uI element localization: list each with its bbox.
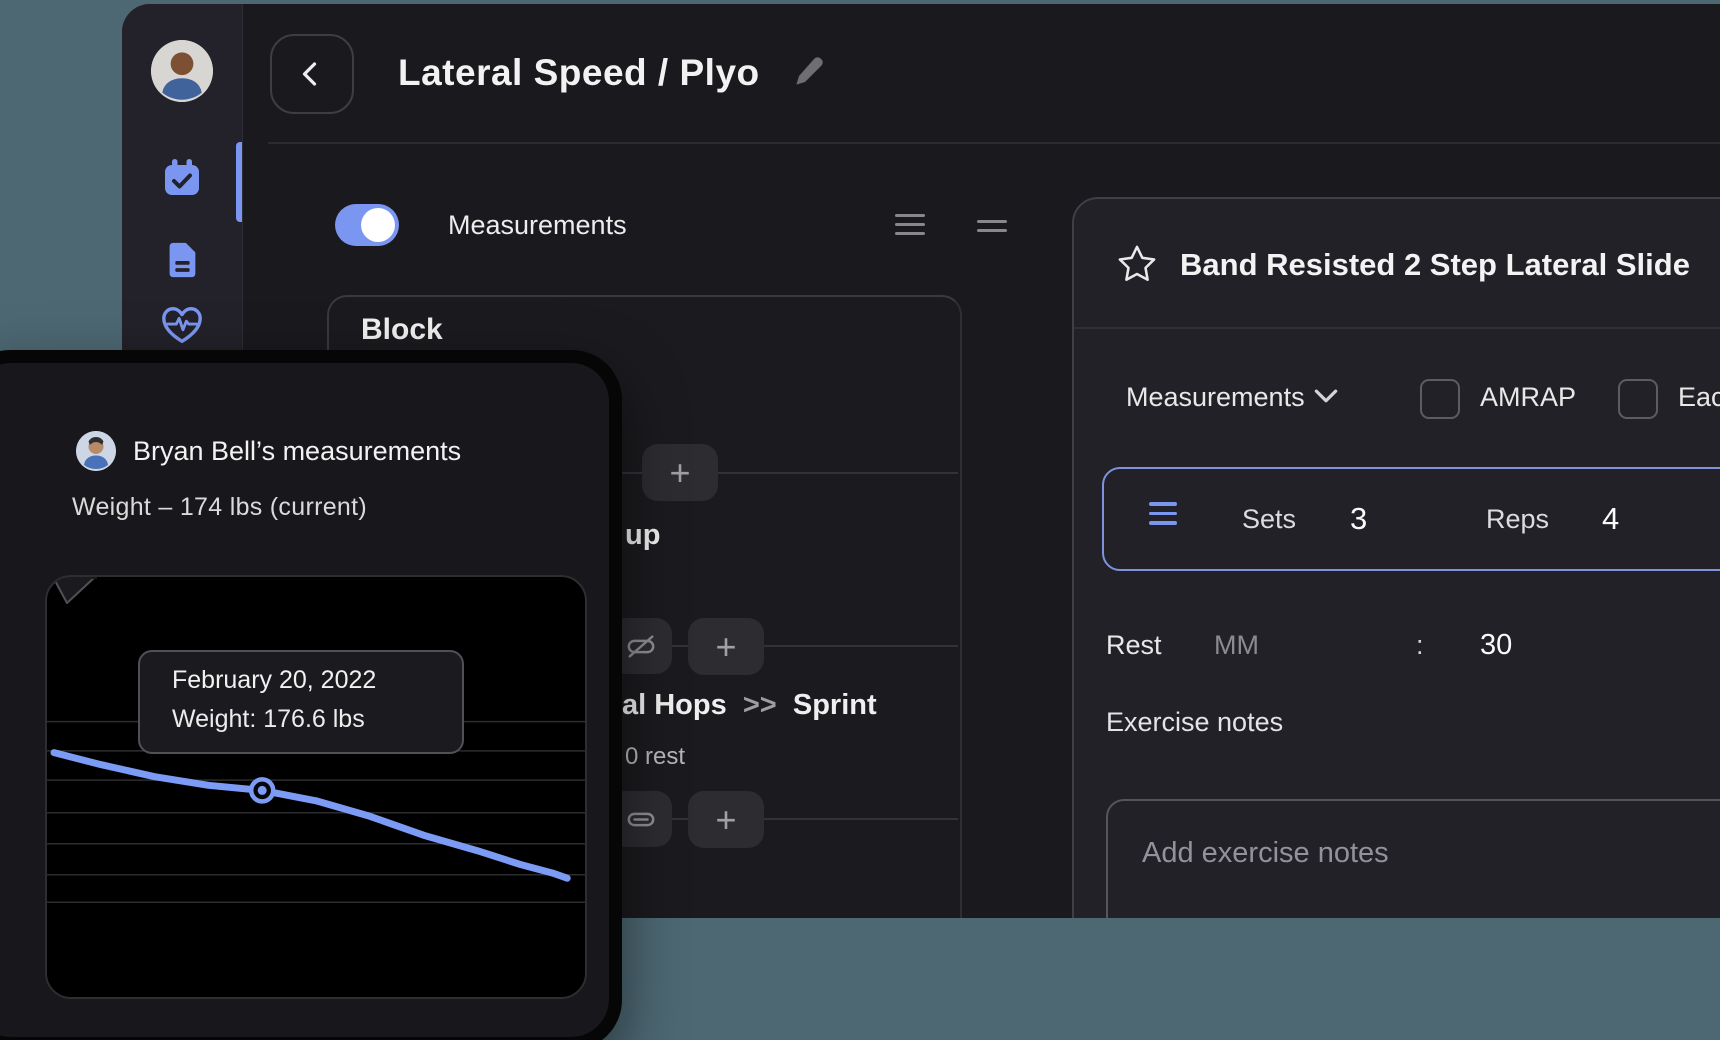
weight-chart-svg: [47, 577, 585, 997]
drag-handle[interactable]: [1149, 502, 1177, 525]
trainer-avatar[interactable]: [151, 40, 213, 102]
compact-view-button[interactable]: [977, 220, 1007, 232]
weight-chart[interactable]: February 20, 2022 Weight: 176.6 lbs: [45, 575, 587, 999]
toggle-knob: [361, 208, 395, 242]
link-slash-icon: [626, 631, 656, 661]
measurements-toggle[interactable]: [335, 204, 399, 246]
header-divider: [268, 142, 1720, 144]
exercise-title: Band Resisted 2 Step Lateral Slide: [1180, 237, 1690, 293]
add-exercise-button[interactable]: +: [688, 618, 764, 675]
rest-seconds-field[interactable]: 30: [1480, 623, 1512, 667]
star-icon: [1116, 243, 1158, 285]
amrap-label: AMRAP: [1480, 371, 1576, 423]
tooltip-date: February 20, 2022: [172, 666, 376, 695]
sidebar-item-calendar[interactable]: [160, 156, 204, 200]
block-title: Block: [361, 313, 443, 347]
chart-tooltip: February 20, 2022 Weight: 176.6 lbs: [138, 650, 464, 754]
chevron-left-icon: [297, 59, 327, 89]
hamburger-icon: [895, 214, 925, 217]
exercise-notes-label: Exercise notes: [1106, 707, 1283, 738]
client-avatar[interactable]: [76, 431, 116, 471]
avatar-person-icon: [76, 431, 116, 471]
sidebar-item-health[interactable]: [160, 304, 204, 348]
amrap-checkbox[interactable]: [1420, 379, 1460, 419]
screen: Lateral Speed / Plyo Measurements Block …: [0, 0, 1720, 1040]
add-exercise-button[interactable]: +: [642, 444, 718, 501]
back-button[interactable]: [270, 34, 354, 114]
current-weight-text: Weight – 174 lbs (current): [72, 493, 367, 522]
superset-title: al Hops >> Sprint: [622, 689, 877, 722]
avatar-person-icon: [151, 40, 213, 102]
notes-placeholder: Add exercise notes: [1142, 837, 1389, 870]
measurements-popup-body: Bryan Bell’s measurements Weight – 174 l…: [0, 363, 609, 1037]
plus-icon: +: [715, 799, 736, 841]
superset-second: Sprint: [793, 689, 877, 721]
page-title: Lateral Speed / Plyo: [398, 40, 760, 106]
rest-minutes-field[interactable]: MM: [1214, 623, 1259, 667]
tooltip-weight: Weight: 176.6 lbs: [172, 705, 365, 734]
each-label: Each: [1678, 371, 1720, 423]
panel-divider: [1074, 327, 1720, 329]
blue-hamburger-icon: [1149, 502, 1177, 506]
rest-label: Rest: [1106, 623, 1162, 667]
sets-value[interactable]: 3: [1350, 469, 1367, 569]
reps-label: Reps: [1486, 469, 1549, 569]
measurements-toggle-label: Measurements: [448, 200, 627, 250]
rest-separator: :: [1416, 623, 1424, 667]
chevron-down-icon[interactable]: [1314, 389, 1338, 404]
sidebar-item-documents[interactable]: [160, 238, 204, 282]
list-view-button[interactable]: [895, 214, 925, 235]
tooltip-tail: [47, 577, 107, 617]
edit-title-button[interactable]: [790, 52, 828, 90]
add-exercise-button[interactable]: +: [688, 791, 764, 848]
exercise-notes-input[interactable]: Add exercise notes: [1106, 799, 1720, 918]
warmup-section-label: up: [625, 519, 660, 552]
each-checkbox[interactable]: [1618, 379, 1658, 419]
rest-note: 0 rest: [625, 743, 685, 771]
measurements-popup: Bryan Bell’s measurements Weight – 174 l…: [0, 350, 622, 1040]
plus-icon: +: [669, 452, 690, 494]
link-icon: [626, 804, 656, 834]
sets-label: Sets: [1242, 469, 1296, 569]
tracking-dropdown[interactable]: Measurements: [1126, 371, 1305, 423]
pencil-icon: [790, 52, 828, 90]
measurements-popup-title: Bryan Bell’s measurements: [133, 423, 461, 479]
favorite-exercise-button[interactable]: [1116, 243, 1158, 285]
heart-pulse-icon: [160, 303, 204, 349]
calendar-check-icon: [160, 156, 204, 200]
exercise-detail-panel: Band Resisted 2 Step Lateral Slide Measu…: [1072, 197, 1720, 918]
document-icon: [161, 239, 203, 281]
superset-first: al Hops: [622, 689, 727, 721]
plus-icon: +: [715, 626, 736, 668]
sidebar-active-indicator: [236, 142, 242, 222]
superset-separator: >>: [735, 689, 785, 721]
reps-value[interactable]: 4: [1602, 469, 1619, 569]
sets-reps-box: Sets 3 Reps 4: [1102, 467, 1720, 571]
equals-icon: [977, 220, 1007, 223]
